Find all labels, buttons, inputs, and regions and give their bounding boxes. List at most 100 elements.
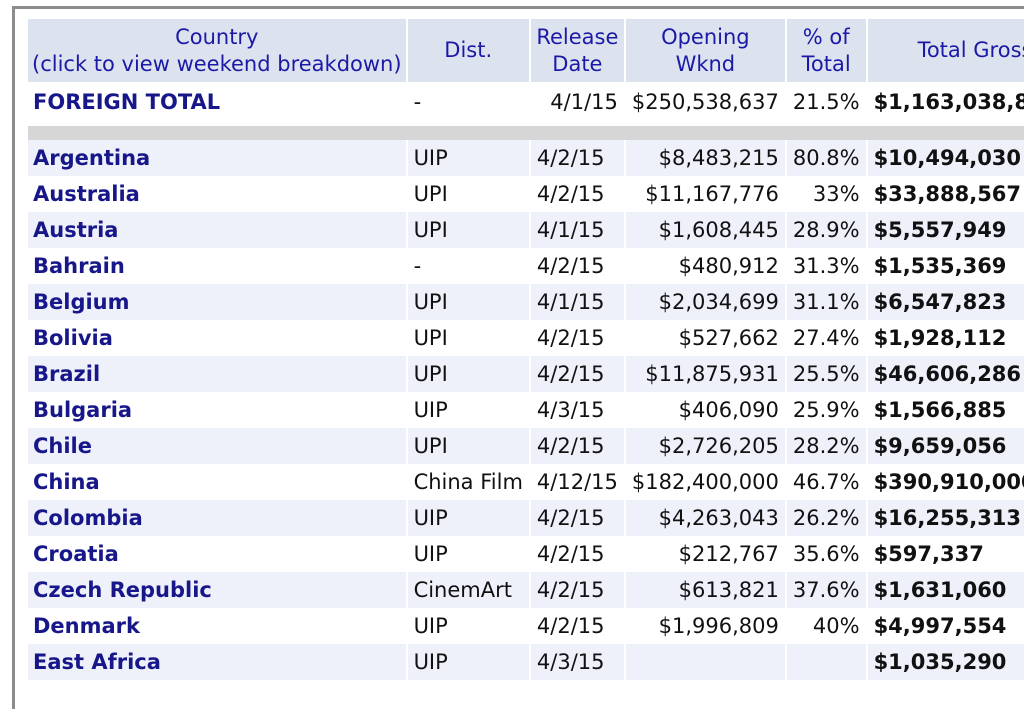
country-cell: Argentina [28, 140, 406, 176]
distributor-cell: China Film [407, 464, 529, 500]
country-cell: Chile [28, 428, 406, 464]
table-row: Australia UPI 4/2/15 $11,167,776 33% $33,888,… [28, 176, 1024, 212]
total-gross-cell: $597,337 [867, 536, 1024, 572]
table-row: Argentina UIP 4/2/15 $8,483,215 80.8% $10,494… [28, 140, 1024, 176]
country-link[interactable]: Bahrain [33, 254, 125, 278]
box-office-table: Country (click to view weekend breakdown… [26, 19, 1024, 680]
country-cell: Bahrain [28, 248, 406, 284]
country-link[interactable]: Brazil [33, 362, 100, 386]
total-gross-cell: $390,910,000 [867, 464, 1024, 500]
foreign-total-pct: 21.5% [786, 82, 866, 122]
table-header-row: Country (click to view weekend breakdown… [28, 19, 1024, 82]
distributor-cell: UIP [407, 500, 529, 536]
release-date-cell: 4/2/15 [530, 248, 624, 284]
total-gross-cell: $1,928,112 [867, 320, 1024, 356]
country-link[interactable]: Croatia [33, 542, 119, 566]
table-row: Czech Republic CinemArt 4/2/15 $613,821 37.6… [28, 572, 1024, 608]
country-cell: Denmark [28, 608, 406, 644]
country-link[interactable]: Belgium [33, 290, 130, 314]
header-percent-total[interactable]: % of Total [786, 19, 866, 82]
release-date-cell: 4/2/15 [530, 356, 624, 392]
opening-weekend-cell: $212,767 [625, 536, 785, 572]
percent-total-cell [786, 644, 866, 680]
release-date-cell: 4/2/15 [530, 320, 624, 356]
total-gross-cell: $1,631,060 [867, 572, 1024, 608]
total-gross-cell: $6,547,823 [867, 284, 1024, 320]
percent-total-cell: 46.7% [786, 464, 866, 500]
opening-weekend-cell: $527,662 [625, 320, 785, 356]
opening-weekend-cell: $11,875,931 [625, 356, 785, 392]
percent-total-cell: 28.9% [786, 212, 866, 248]
percent-total-cell: 26.2% [786, 500, 866, 536]
table-row: Brazil UPI 4/2/15 $11,875,931 25.5% $46,606,2… [28, 356, 1024, 392]
header-total-gross[interactable]: Total Gross / [867, 19, 1024, 82]
header-country-hint: (click to view weekend breakdown) [32, 51, 402, 76]
table-row: Denmark UIP 4/2/15 $1,996,809 40% $4,997,554 [28, 608, 1024, 644]
country-link[interactable]: East Africa [33, 650, 161, 674]
country-cell: Bulgaria [28, 392, 406, 428]
country-link[interactable]: Austria [33, 218, 118, 242]
distributor-cell: UPI [407, 284, 529, 320]
country-cell: Australia [28, 176, 406, 212]
release-date-cell: 4/2/15 [530, 176, 624, 212]
total-gross-cell: $5,557,949 [867, 212, 1024, 248]
opening-weekend-cell: $182,400,000 [625, 464, 785, 500]
percent-total-cell: 28.2% [786, 428, 866, 464]
total-gross-cell: $1,535,369 [867, 248, 1024, 284]
header-dist[interactable]: Dist. [407, 19, 529, 82]
header-pct-line2: Total [801, 51, 851, 76]
table-row: Colombia UIP 4/2/15 $4,263,043 26.2% $16,255,… [28, 500, 1024, 536]
percent-total-cell: 35.6% [786, 536, 866, 572]
distributor-cell: CinemArt [407, 572, 529, 608]
country-cell: Austria [28, 212, 406, 248]
foreign-total-opening: $250,538,637 [625, 82, 785, 122]
table-row: Croatia UIP 4/2/15 $212,767 35.6% $597,337 [28, 536, 1024, 572]
percent-total-cell: 80.8% [786, 140, 866, 176]
country-link[interactable]: Chile [33, 434, 92, 458]
country-cell: China [28, 464, 406, 500]
percent-total-cell: 31.1% [786, 284, 866, 320]
percent-total-cell: 25.9% [786, 392, 866, 428]
percent-total-cell: 37.6% [786, 572, 866, 608]
release-date-cell: 4/2/15 [530, 572, 624, 608]
header-gross-label: Total Gross / [917, 38, 1024, 62]
opening-weekend-cell: $11,167,776 [625, 176, 785, 212]
country-link[interactable]: Denmark [33, 614, 140, 638]
country-link[interactable]: Australia [33, 182, 140, 206]
country-link[interactable]: Colombia [33, 506, 143, 530]
country-link[interactable]: China [33, 470, 100, 494]
table-row: Belgium UPI 4/1/15 $2,034,699 31.1% $6,547,82… [28, 284, 1024, 320]
table-row: Bahrain -4/2/15 $480,912 31.3% $1,535,369 [28, 248, 1024, 284]
total-gross-cell: $10,494,030 [867, 140, 1024, 176]
opening-weekend-cell: $1,996,809 [625, 608, 785, 644]
country-link[interactable]: Argentina [33, 146, 150, 170]
distributor-cell: UPI [407, 212, 529, 248]
header-release-line1: Release [536, 24, 619, 49]
distributor-cell: UPI [407, 176, 529, 212]
distributor-cell: UIP [407, 392, 529, 428]
country-cell: Belgium [28, 284, 406, 320]
header-country[interactable]: Country (click to view weekend breakdown… [28, 19, 406, 82]
distributor-cell: UIP [407, 608, 529, 644]
percent-total-cell: 33% [786, 176, 866, 212]
opening-weekend-cell: $4,263,043 [625, 500, 785, 536]
total-gross-cell: $9,659,056 [867, 428, 1024, 464]
header-opening-weekend[interactable]: Opening Wknd [625, 19, 785, 82]
header-release-date[interactable]: Release Date [530, 19, 624, 82]
opening-weekend-cell [625, 644, 785, 680]
percent-total-cell: 40% [786, 608, 866, 644]
release-date-cell: 4/2/15 [530, 140, 624, 176]
separator-row [28, 126, 1024, 140]
opening-weekend-cell: $1,608,445 [625, 212, 785, 248]
release-date-cell: 4/2/15 [530, 608, 624, 644]
country-link[interactable]: Bulgaria [33, 398, 132, 422]
distributor-cell: UPI [407, 356, 529, 392]
foreign-total-dist: - [407, 82, 529, 122]
country-cell: Brazil [28, 356, 406, 392]
header-release-line2: Date [552, 51, 603, 76]
total-gross-cell: $4,997,554 [867, 608, 1024, 644]
opening-weekend-cell: $613,821 [625, 572, 785, 608]
distributor-cell: UIP [407, 644, 529, 680]
country-link[interactable]: Czech Republic [33, 578, 212, 602]
country-link[interactable]: Bolivia [33, 326, 113, 350]
